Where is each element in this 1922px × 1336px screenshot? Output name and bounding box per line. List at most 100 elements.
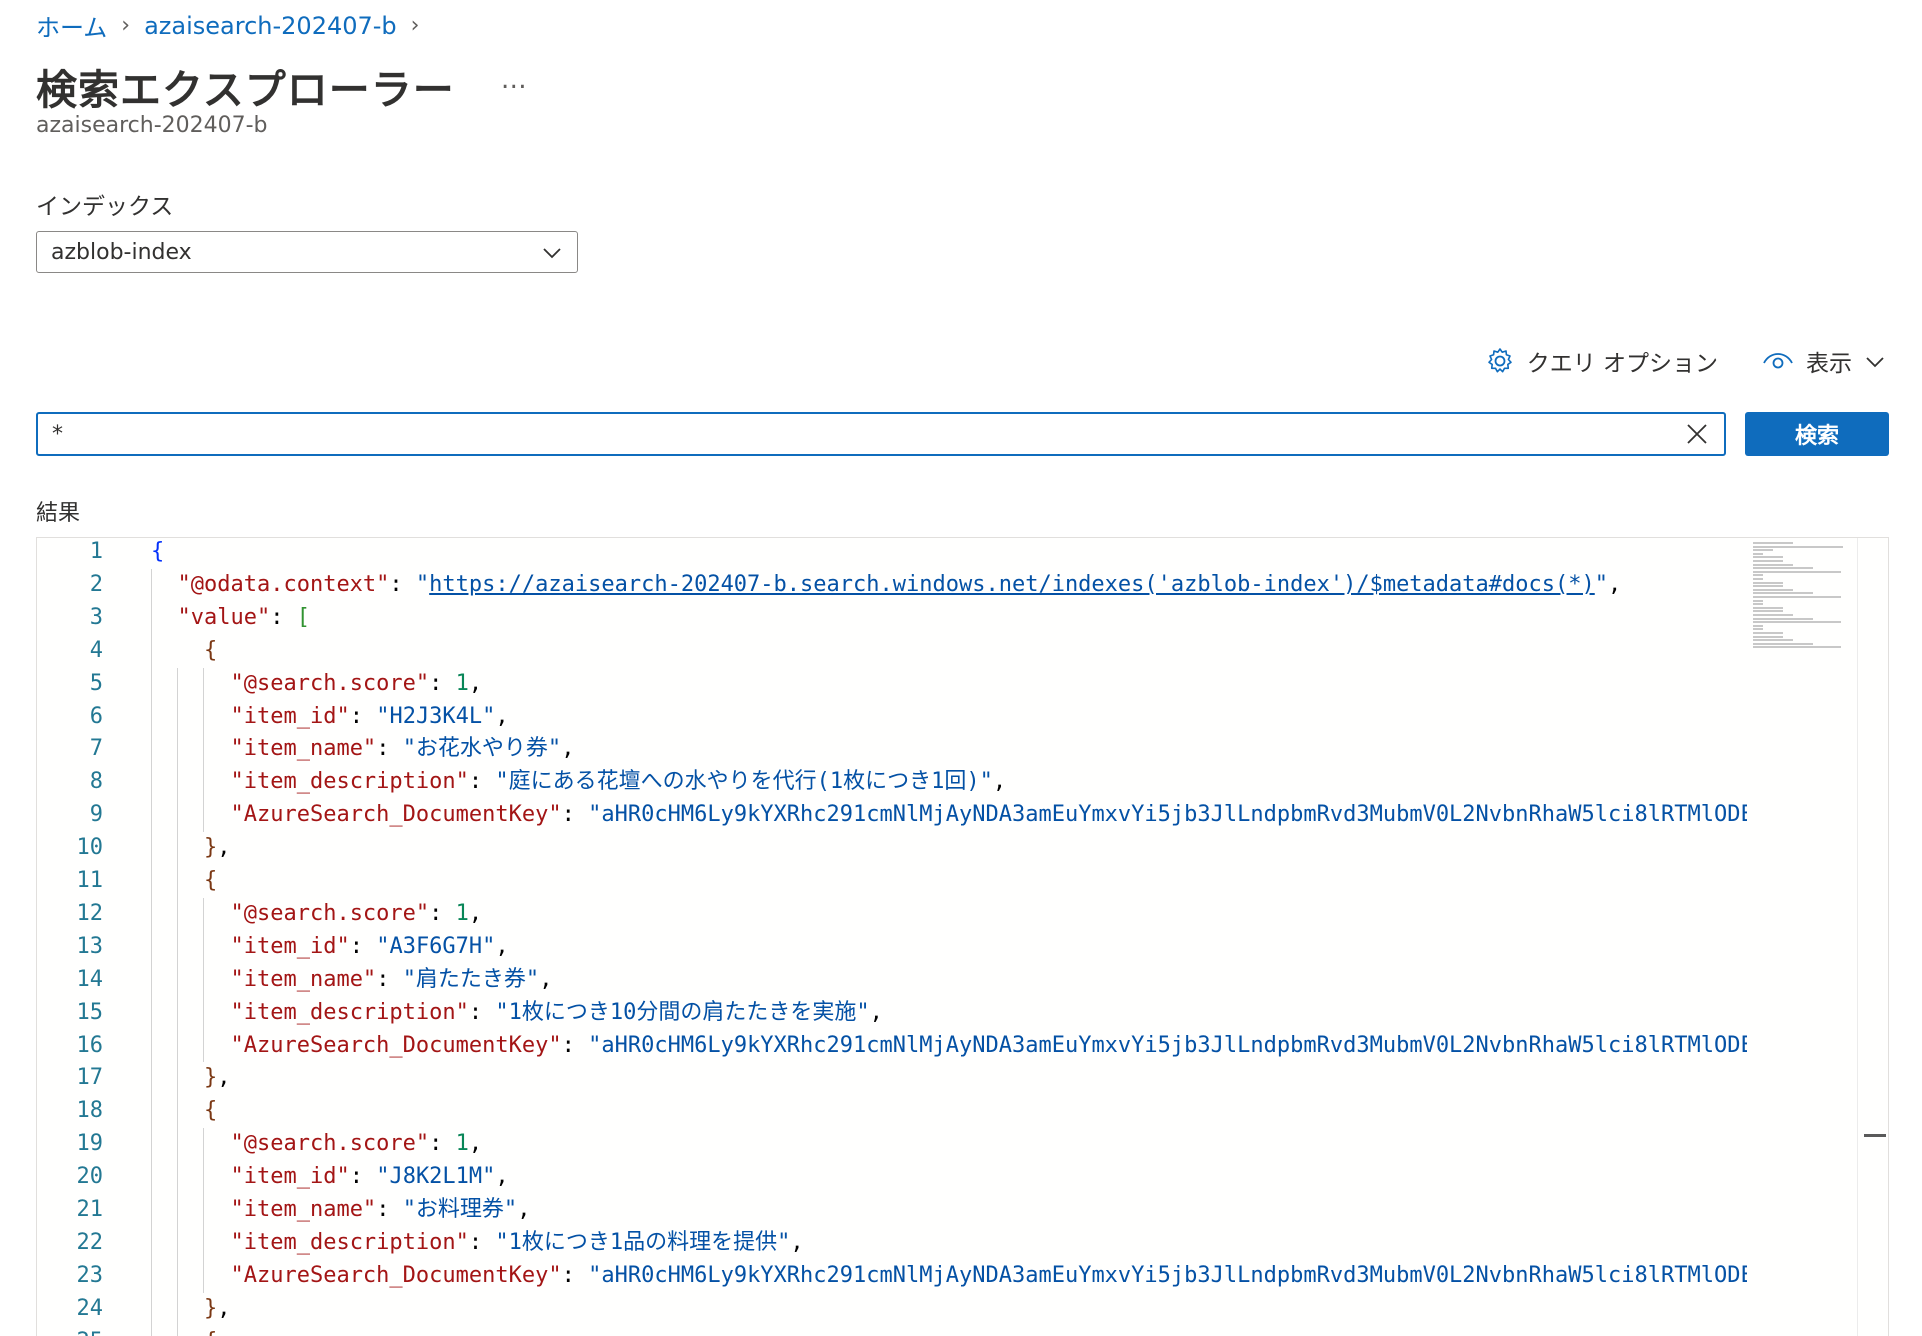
gear-icon: [1487, 348, 1512, 373]
code-text: {: [203, 868, 218, 893]
indent-guide: [203, 897, 204, 1063]
line-number: 16: [76, 1032, 104, 1058]
minimap-line: [1753, 603, 1763, 606]
line-number: 19: [76, 1131, 104, 1157]
minimap-line: [1753, 545, 1843, 548]
view-menu-label: 表示: [1806, 351, 1852, 377]
minimap-line: [1753, 606, 1783, 609]
minimap[interactable]: [1747, 538, 1857, 668]
line-number: 11: [76, 868, 104, 893]
scrollbar-thumb[interactable]: [1864, 1134, 1886, 1137]
search-box: [36, 412, 1726, 456]
minimap-line: [1753, 560, 1783, 562]
close-icon[interactable]: [1684, 421, 1710, 447]
minimap-line: [1753, 563, 1793, 566]
code-line: 13 "item_id": "A3F6G7H",: [37, 931, 1747, 963]
line-number: 8: [89, 769, 103, 795]
line-number: 10: [76, 835, 104, 861]
index-label: インデックス: [36, 194, 174, 220]
code-line: 15 "item_description": "1枚につき10分間の肩たたきを実…: [37, 997, 1747, 1029]
code-line: 10 },: [37, 832, 1747, 864]
minimap-line: [1753, 549, 1773, 552]
code-line: 11 {: [37, 865, 1747, 897]
indent-guide: [151, 568, 152, 1336]
line-number: 17: [76, 1065, 104, 1091]
code-line: 7 "item_name": "お花水やり券",: [37, 733, 1747, 765]
code-line: 17 },: [37, 1062, 1747, 1094]
code-line: 4 {: [37, 635, 1747, 667]
code-text: {: [151, 1326, 217, 1336]
code-line: 25 {: [37, 1326, 1747, 1336]
code-line: 23 "AzureSearch_DocumentKey": "aHR0cHM6L…: [37, 1260, 1748, 1292]
vertical-scrollbar[interactable]: [1857, 538, 1888, 1336]
line-number: 23: [76, 1262, 104, 1288]
minimap-line: [1753, 614, 1793, 616]
line-number: 9: [89, 802, 103, 828]
indent-guide: [203, 1128, 204, 1293]
search-button[interactable]: 検索: [1745, 412, 1889, 456]
search-input[interactable]: [38, 421, 1684, 447]
breadcrumb: ホーム › azaisearch-202407-b ›: [36, 8, 433, 43]
minimap-line: [1753, 578, 1763, 580]
minimap-line: [1753, 570, 1841, 573]
indent-guide: [177, 667, 178, 1336]
more-options-button[interactable]: …: [501, 65, 527, 107]
line-number: 3: [89, 604, 103, 630]
code-line: 21 "item_name": "お料理券",: [37, 1194, 1747, 1226]
code-text: "item_description": "庭にある花壇への水やりを代行(1枚につ…: [230, 769, 1007, 795]
minimap-line: [1753, 646, 1841, 649]
query-options-button[interactable]: クエリ オプション: [1485, 344, 1718, 378]
code-line: 3 "value": [: [37, 602, 1747, 634]
code-line: 1{: [37, 538, 1747, 568]
chevron-right-icon: ›: [410, 13, 420, 38]
code-text: },: [203, 1295, 231, 1321]
code-line: 8 "item_description": "庭にある花壇への水やりを代行(1枚…: [37, 766, 1747, 798]
chevron-down-icon: [1866, 357, 1884, 368]
code-text: "item_id": "A3F6G7H",: [230, 933, 509, 959]
page-title: 検索エクスプローラー: [36, 66, 455, 114]
line-number: 20: [76, 1164, 104, 1190]
code-text: "item_name": "お料理券",: [230, 1197, 531, 1222]
line-number: 13: [76, 933, 104, 959]
line-number: 5: [89, 670, 103, 696]
code-line: 20 "item_id": "J8K2L1M",: [37, 1161, 1747, 1193]
code-line: 19 "@search.score": 1,: [37, 1128, 1747, 1160]
minimap-line: [1753, 621, 1841, 624]
code-line: 14 "item_name": "肩たたき券",: [37, 964, 1747, 996]
index-dropdown[interactable]: azblob-index: [36, 231, 578, 273]
code-line: 9 "AzureSearch_DocumentKey": "aHR0cHM6Ly…: [37, 799, 1747, 831]
minimap-line: [1753, 628, 1763, 631]
code-area[interactable]: 1{2 "@odata.context": "https://azaisearc…: [37, 538, 1747, 1336]
query-options-label: クエリ オプション: [1526, 351, 1718, 377]
code-text: {: [203, 637, 218, 663]
results-json-editor[interactable]: 1{2 "@odata.context": "https://azaisearc…: [36, 537, 1889, 1336]
line-number: 18: [76, 1098, 104, 1124]
code-text: "@odata.context": "https://azaisearch-20…: [177, 571, 1622, 597]
view-menu-button[interactable]: 表示: [1762, 344, 1886, 378]
code-text: "item_name": "お花水やり券",: [230, 736, 575, 762]
code-line: 24 },: [37, 1293, 1747, 1325]
chevron-right-icon: ›: [121, 13, 131, 38]
page-subtitle: azaisearch-202407-b: [36, 113, 268, 138]
breadcrumb-resource-link[interactable]: azaisearch-202407-b: [144, 12, 397, 40]
search-explorer-page: ホーム › azaisearch-202407-b › 検索エクスプローラー ……: [0, 0, 1922, 1336]
code-text: "@search.score": 1,: [230, 1131, 483, 1157]
chevron-down-icon: [543, 248, 561, 259]
minimap-line: [1753, 567, 1813, 570]
breadcrumb-home-link[interactable]: ホーム: [36, 8, 107, 43]
line-number: 21: [76, 1197, 104, 1222]
line-number: 22: [76, 1229, 104, 1255]
line-number: 12: [76, 900, 104, 926]
minimap-line: [1753, 599, 1763, 602]
code-text: },: [203, 835, 231, 861]
line-number: 24: [76, 1295, 104, 1321]
minimap-line: [1753, 574, 1763, 577]
minimap-line: [1753, 542, 1793, 544]
code-text: "item_id": "H2J3K4L",: [230, 703, 509, 729]
minimap-line: [1753, 639, 1793, 642]
line-number: 25: [37, 1326, 104, 1336]
code-text: "item_description": "1枚につき10分間の肩たたきを実施",: [230, 999, 883, 1025]
indent-guide: [203, 667, 204, 833]
minimap-line: [1753, 610, 1783, 613]
minimap-line: [1753, 624, 1763, 627]
